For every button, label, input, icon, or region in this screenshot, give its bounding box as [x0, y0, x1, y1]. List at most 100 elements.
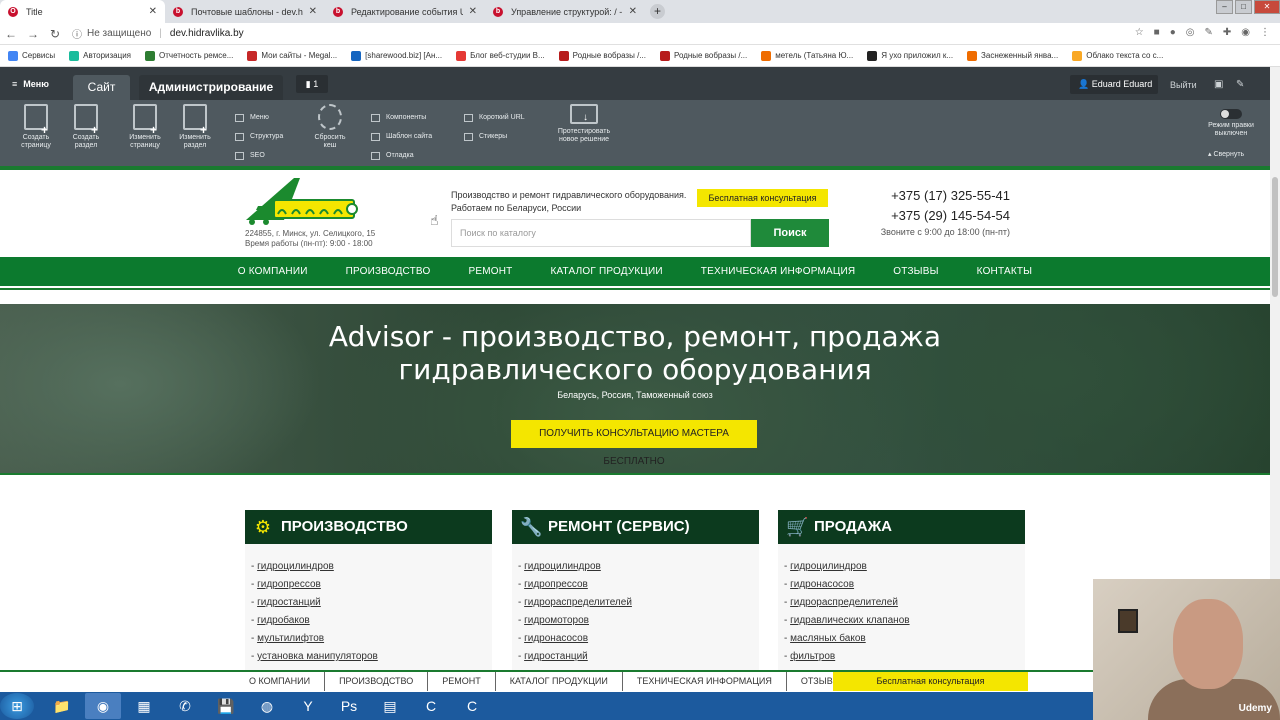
calculator-icon[interactable]: ▦ [126, 693, 162, 719]
close-icon[interactable]: ✕ [469, 6, 477, 17]
footer-nav-tech-info[interactable]: ТЕХНИЧЕСКАЯ ИНФОРМАЦИЯ [623, 672, 787, 691]
list-item[interactable]: - гидробаков [251, 614, 492, 632]
card-header[interactable]: 🛒 ПРОДАЖА [778, 510, 1025, 544]
nav-catalog[interactable]: КАТАЛОГ ПРОДУКЦИИ [550, 257, 662, 286]
scrollbar-thumb[interactable] [1272, 177, 1278, 297]
advisor-logo[interactable] [244, 176, 359, 226]
browser-tab-structure[interactable]: b Управление структурой: / - dev ✕ [485, 0, 645, 23]
hero-consultation-button[interactable]: ПОЛУЧИТЬ КОНСУЛЬТАЦИЮ МАСТЕРА БЕСПЛАТНО [511, 420, 757, 467]
browser-tab-mail-templates[interactable]: b Почтовые шаблоны - dev.hidravlika ✕ [165, 0, 325, 23]
menu-item-components[interactable]: Компоненты [371, 108, 432, 127]
search-button[interactable]: Поиск [751, 219, 829, 247]
nav-tech-info[interactable]: ТЕХНИЧЕСКАЯ ИНФОРМАЦИЯ [701, 257, 855, 286]
footer-nav-repair[interactable]: РЕМОНТ [428, 672, 496, 691]
window-icon[interactable]: ▣ [1214, 79, 1223, 90]
save-icon[interactable]: 💾 [208, 693, 244, 719]
list-item[interactable]: - гидронасосов [518, 632, 759, 650]
bookmark-item[interactable]: Родные вобразы /... [558, 50, 646, 61]
menu-item-site-template[interactable]: Шаблон сайта [371, 127, 432, 146]
yandex-icon[interactable]: Y [290, 693, 326, 719]
camtasia-recorder-icon[interactable]: C [454, 693, 490, 719]
tab-site[interactable]: Сайт [73, 75, 130, 100]
bookmark-item[interactable]: Облако текста со с... [1072, 50, 1163, 61]
viber-icon[interactable]: ✆ [167, 693, 203, 719]
menu-item-structure[interactable]: Структура [235, 127, 283, 146]
url-field[interactable]: ⓘ Не защищено | dev.hidravlika.by [72, 26, 244, 41]
chrome-icon[interactable]: ◉ [85, 693, 121, 719]
free-consultation-button[interactable]: Бесплатная консультация [697, 189, 828, 207]
list-item[interactable]: - гидроцилиндров [518, 560, 759, 578]
menu-item-menu[interactable]: Меню [235, 108, 283, 127]
list-item[interactable]: - гидропрессов [518, 578, 759, 596]
list-item[interactable]: - мультилифтов [251, 632, 492, 650]
extension-icon[interactable]: ✎ [1204, 27, 1212, 38]
nav-reviews[interactable]: ОТЗЫВЫ [893, 257, 938, 286]
phone-2[interactable]: +375 (29) 145-54-54 [860, 206, 1010, 226]
create-section-button[interactable]: Создатьраздел [61, 104, 111, 150]
edit-page-button[interactable]: Изменитьстраницу [120, 104, 170, 150]
bookmark-item[interactable]: Отчетность ремсе... [145, 50, 233, 61]
kebab-menu-icon[interactable]: ⋮ [1260, 27, 1270, 38]
tab-administration[interactable]: Администрирование [139, 75, 283, 100]
bookmark-item[interactable]: Блог веб-студии В... [456, 50, 545, 61]
app-icon[interactable]: ▤ [372, 693, 408, 719]
bookmark-item[interactable]: Мои сайты - Megal... [247, 50, 337, 61]
bookmark-item[interactable]: Заснеженный янва... [967, 50, 1058, 61]
catalog-search-input[interactable]: Поиск по каталогу [451, 219, 751, 247]
bookmark-item[interactable]: Авторизация [69, 50, 131, 61]
phone-1[interactable]: +375 (17) 325-55-41 [860, 186, 1010, 206]
card-header[interactable]: ⚙ ПРОИЗВОДСТВО [245, 510, 492, 544]
nav-about[interactable]: О КОМПАНИИ [238, 257, 308, 286]
list-item[interactable]: - гидростанций [518, 650, 759, 668]
menu-item-seo[interactable]: SEO [235, 146, 283, 165]
bookmark-item[interactable]: Сервисы [8, 50, 55, 61]
footer-nav-about[interactable]: О КОМПАНИИ [235, 672, 326, 691]
list-item[interactable]: - гидропрессов [251, 578, 492, 596]
nav-production[interactable]: ПРОИЗВОДСТВО [346, 257, 431, 286]
list-item[interactable]: - гидроцилиндров [784, 560, 1025, 578]
list-item[interactable]: - гидронасосов [784, 578, 1025, 596]
browser-tab-event-edit[interactable]: b Редактирование события USER ✕ [325, 0, 485, 23]
puzzle-icon[interactable]: ✚ [1223, 27, 1231, 38]
test-solution-button[interactable]: Протестироватьновое решение [553, 104, 615, 144]
list-item[interactable]: - установка манипуляторов [251, 650, 492, 668]
edit-mode-toggle[interactable]: Режим правки выключен [1205, 109, 1257, 138]
list-item[interactable]: - масляных баков [784, 632, 1025, 650]
notifications-button[interactable]: ▮ 1 [296, 75, 328, 93]
maximize-button[interactable]: □ [1235, 0, 1252, 14]
footer-nav-production[interactable]: ПРОИЗВОДСТВО [325, 672, 429, 691]
new-tab-button[interactable]: + [650, 4, 665, 19]
pin-icon[interactable]: ✎ [1236, 79, 1244, 90]
list-item[interactable]: - гидрораспределителей [784, 596, 1025, 614]
back-icon[interactable]: ← [0, 27, 22, 41]
user-button[interactable]: 👤 Eduard Eduard [1070, 75, 1158, 94]
extension-icon[interactable]: ■ [1154, 27, 1160, 38]
toggle-switch[interactable] [1220, 109, 1242, 119]
logout-link[interactable]: Выйти [1170, 80, 1197, 90]
camtasia-icon[interactable]: C [413, 693, 449, 719]
star-icon[interactable]: ☆ [1135, 27, 1144, 38]
firefox-icon[interactable]: ◍ [249, 693, 285, 719]
close-icon[interactable]: ✕ [149, 6, 157, 17]
close-icon[interactable]: ✕ [309, 6, 317, 17]
window-close-button[interactable]: ✕ [1254, 0, 1280, 14]
nav-repair[interactable]: РЕМОНТ [468, 257, 512, 286]
minimize-button[interactable]: – [1216, 0, 1233, 14]
extension-icon[interactable]: ● [1170, 27, 1176, 38]
admin-menu-button[interactable]: ≡ Меню [12, 79, 55, 89]
list-item[interactable]: - гидроцилиндров [251, 560, 492, 578]
footer-consultation-button[interactable]: Бесплатная консультация [833, 672, 1028, 691]
card-header[interactable]: 🔧 РЕМОНТ (СЕРВИС) [512, 510, 759, 544]
extension-icon[interactable]: ◎ [1186, 27, 1195, 38]
avatar[interactable]: ◉ [1241, 27, 1250, 38]
list-item[interactable]: - гидромоторов [518, 614, 759, 632]
list-item[interactable]: - гидрораспределителей [518, 596, 759, 614]
menu-item-short-url[interactable]: Короткий URL [464, 108, 525, 127]
bookmark-item[interactable]: Родные вобразы /... [659, 50, 747, 61]
menu-item-stickers[interactable]: Стикеры [464, 127, 525, 146]
collapse-button[interactable]: ▴ Свернуть [1208, 150, 1244, 158]
create-page-button[interactable]: Создатьстраницу [11, 104, 61, 150]
list-item[interactable]: - фильтров [784, 650, 1025, 668]
list-item[interactable]: - гидравлических клапанов [784, 614, 1025, 632]
menu-item-debug[interactable]: Отладка [371, 146, 432, 165]
